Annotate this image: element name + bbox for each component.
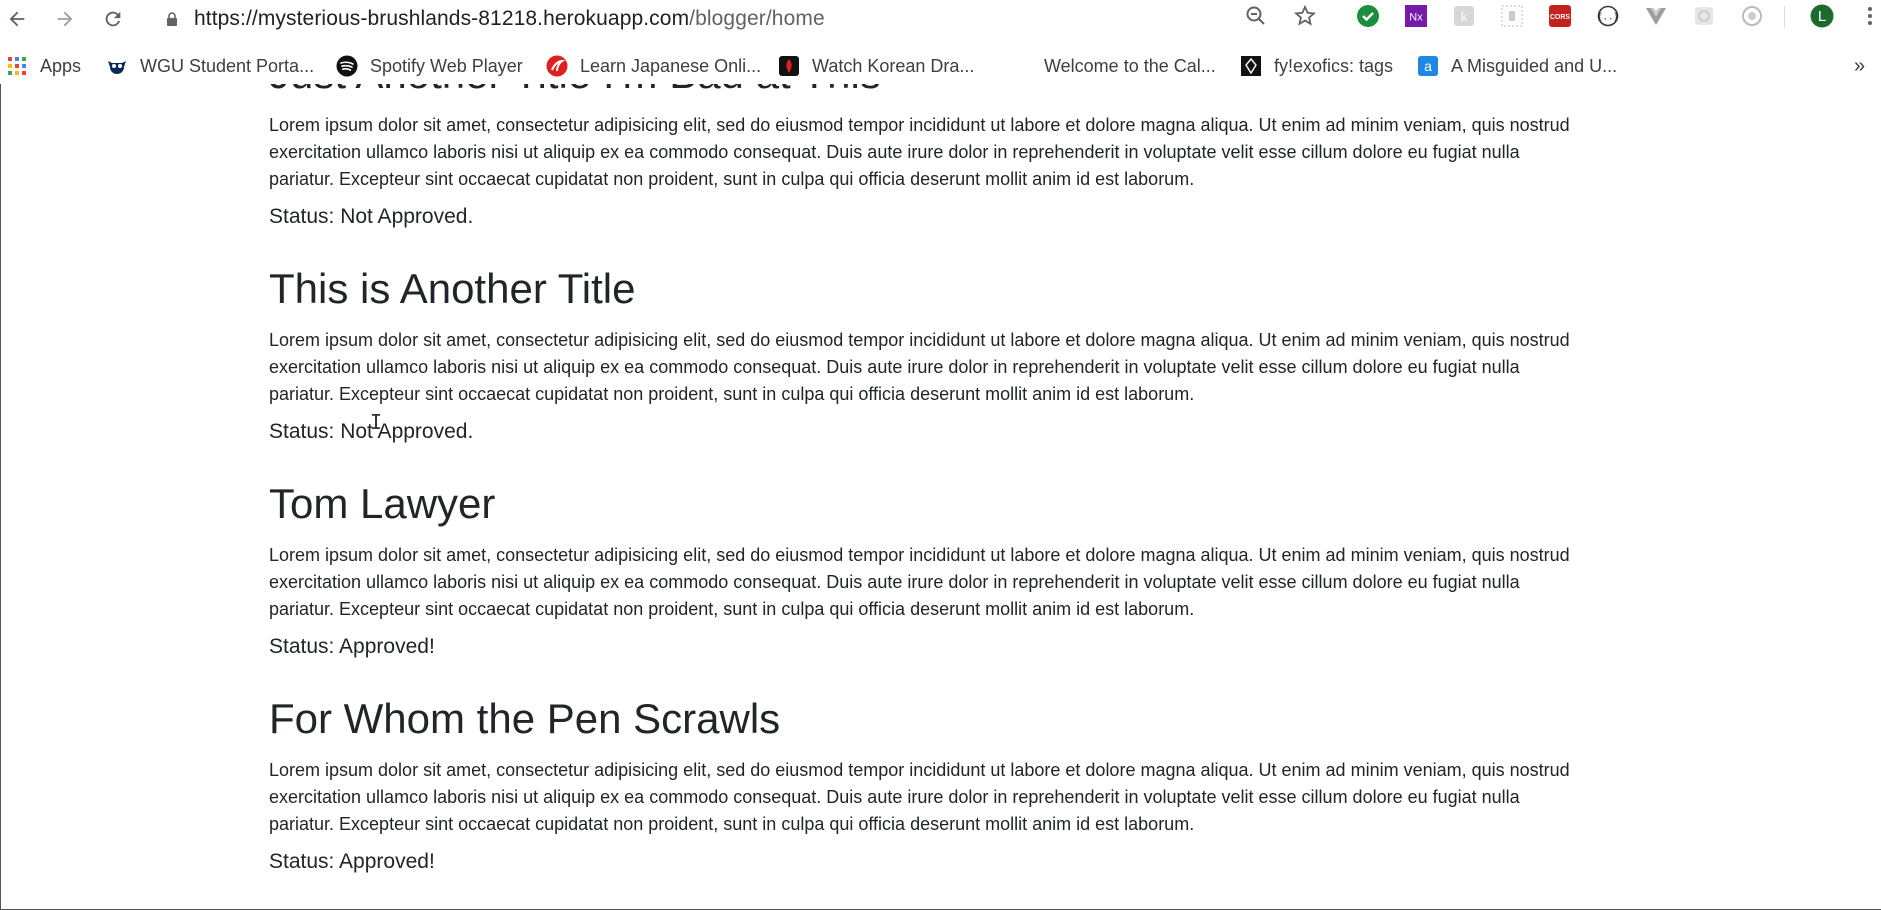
post: For Whom the Pen Scrawls Lorem ipsum dol… xyxy=(269,693,1589,876)
extension-grey-4[interactable] xyxy=(1737,1,1767,31)
forward-button[interactable] xyxy=(50,4,80,34)
post: Tom Lawyer Lorem ipsum dolor sit amet, c… xyxy=(269,478,1589,661)
browser-menu-button[interactable] xyxy=(1855,1,1881,31)
url-path: /blogger/home xyxy=(689,7,825,30)
owl-icon xyxy=(106,55,128,77)
post-body: Lorem ipsum dolor sit amet, consectetur … xyxy=(269,330,1570,404)
post-title: Just Another Title I'm Bad at This xyxy=(269,84,1589,100)
bookmark-star-button[interactable] xyxy=(1290,1,1320,31)
svg-text:Nx: Nx xyxy=(1409,12,1423,24)
profile-avatar[interactable]: L xyxy=(1807,1,1837,31)
post-body: Lorem ipsum dolor sit amet, consectetur … xyxy=(269,545,1570,619)
extension-grey-1[interactable]: k xyxy=(1449,1,1479,31)
overflow-chevron-icon: » xyxy=(1854,54,1866,77)
reload-button[interactable] xyxy=(98,4,128,34)
extension-onenote[interactable]: Nx xyxy=(1401,1,1431,31)
post-list: Just Another Title I'm Bad at This Lorem… xyxy=(269,84,1589,908)
bookmark-japanese[interactable]: Learn Japanese Onli... xyxy=(546,48,761,84)
menu-icon xyxy=(1868,7,1872,25)
post-body: Lorem ipsum dolor sit amet, consectetur … xyxy=(269,115,1570,189)
japanese-icon xyxy=(546,55,568,77)
back-button[interactable] xyxy=(2,4,32,34)
post-title: Tom Lawyer xyxy=(269,480,496,527)
bookmark-spotify[interactable]: Spotify Web Player xyxy=(336,48,523,84)
bookmark-korean[interactable]: Watch Korean Dra... xyxy=(778,48,974,84)
post-body: Lorem ipsum dolor sit amet, consectetur … xyxy=(269,760,1570,834)
forward-icon xyxy=(57,11,73,27)
extension-check-icon xyxy=(1357,5,1379,27)
zoom-button[interactable] xyxy=(1241,1,1271,31)
back-icon xyxy=(9,11,25,27)
reload-icon xyxy=(105,11,121,27)
extension-json[interactable]: {..} xyxy=(1593,1,1623,31)
extension-check[interactable] xyxy=(1353,1,1383,31)
bookmark-label: Watch Korean Dra... xyxy=(812,55,975,76)
extension-grey-2[interactable] xyxy=(1497,1,1527,31)
bookmark-misguided[interactable]: a A Misguided and U... xyxy=(1417,48,1617,84)
korean-icon xyxy=(778,55,800,77)
bookmark-label: Learn Japanese Onli... xyxy=(580,55,762,76)
post-title: This is Another Title xyxy=(269,265,636,312)
toolbar-divider xyxy=(1784,6,1785,28)
star-icon xyxy=(1293,4,1317,26)
extension-icon: {..} xyxy=(1597,5,1619,27)
bookmark-label: fy!exofics: tags xyxy=(1274,55,1394,76)
address-bar[interactable]: https://mysterious-brushlands-81218.hero… xyxy=(158,2,1238,36)
bookmark-label: Welcome to the Cal... xyxy=(1044,55,1216,76)
bookmark-label: WGU Student Porta... xyxy=(140,55,315,76)
extension-grey-3[interactable] xyxy=(1689,1,1719,31)
extension-icon xyxy=(1742,6,1762,26)
bookmarks-overflow-button[interactable]: » xyxy=(1854,48,1865,84)
extension-icon xyxy=(1501,5,1523,27)
spotify-icon xyxy=(336,55,358,77)
bookmark-calendar[interactable]: Welcome to the Cal... xyxy=(1010,48,1216,84)
text-cursor-icon: I xyxy=(370,410,383,434)
bookmark-apps[interactable]: Apps xyxy=(6,48,81,84)
extension-vue[interactable] xyxy=(1641,1,1671,31)
post: This is Another Title Lorem ipsum dolor … xyxy=(269,263,1589,446)
svg-text:k: k xyxy=(1461,10,1468,25)
cors-icon: CORS xyxy=(1549,5,1571,27)
bookmark-label: Apps xyxy=(40,55,82,76)
svg-text:a: a xyxy=(1424,58,1432,74)
a-icon: a xyxy=(1417,55,1439,77)
onenote-icon: Nx xyxy=(1405,5,1427,27)
extension-icon xyxy=(1695,7,1713,25)
url-host: https://mysterious-brushlands-81218.hero… xyxy=(194,7,690,30)
url-text: https://mysterious-brushlands-81218.hero… xyxy=(194,7,825,31)
lock-icon xyxy=(167,12,177,26)
post-status: Status: Not Approved. xyxy=(269,205,474,228)
post-title: For Whom the Pen Scrawls xyxy=(269,695,781,742)
post-status: Status: Not Approved. xyxy=(269,420,474,443)
bookmark-wgu[interactable]: WGU Student Porta... xyxy=(106,48,314,84)
bookmark-label: A Misguided and U... xyxy=(1451,55,1618,76)
extension-cors[interactable]: CORS xyxy=(1545,1,1575,31)
svg-text:CORS: CORS xyxy=(1550,14,1571,21)
bookmarks-bar: Apps WGU Student Porta... Spotify Web Pl… xyxy=(0,48,1881,84)
tumblr-icon xyxy=(1240,55,1262,77)
zoom-icon xyxy=(1246,6,1265,25)
extension-icon: k xyxy=(1454,6,1474,26)
vue-icon xyxy=(1646,8,1666,25)
bookmark-label: Spotify Web Player xyxy=(370,55,523,76)
blank-favicon-icon xyxy=(1010,55,1032,77)
post: Just Another Title I'm Bad at This Lorem… xyxy=(269,84,1589,231)
post-status: Status: Approved! xyxy=(269,635,435,658)
bookmark-tumblr[interactable]: fy!exofics: tags xyxy=(1240,48,1393,84)
page-content: Just Another Title I'm Bad at This Lorem… xyxy=(0,84,1881,910)
post-status: Status: Approved! xyxy=(269,850,435,873)
apps-grid-icon xyxy=(6,55,28,77)
browser-toolbar: https://mysterious-brushlands-81218.hero… xyxy=(0,0,1881,38)
svg-text:{..}: {..} xyxy=(1597,13,1619,23)
profile-initial: L xyxy=(1817,7,1827,25)
